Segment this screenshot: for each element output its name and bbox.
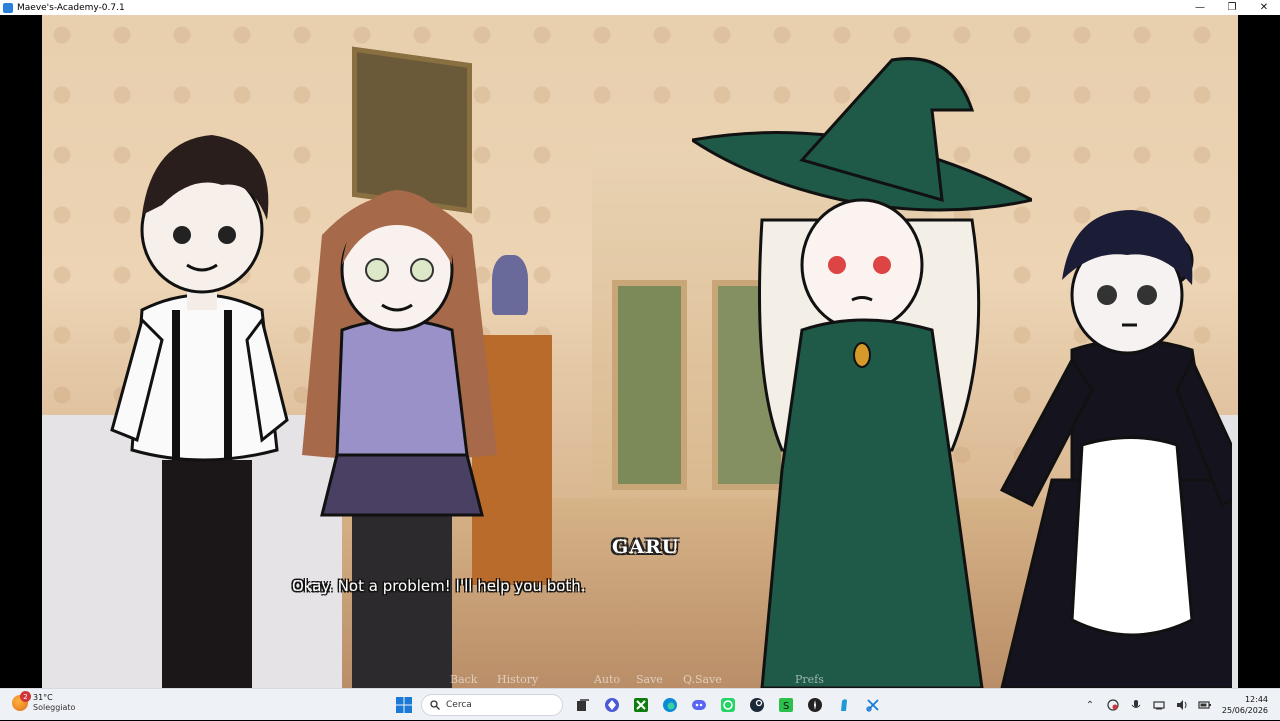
task-view-icon[interactable] (571, 693, 595, 717)
character-maid (999, 210, 1232, 688)
quick-menu: Back History Auto Save Q.Save Prefs (42, 672, 1238, 688)
game-viewport[interactable]: GARU Okay. Not a problem! I'll help you … (0, 15, 1280, 688)
game-app-icon[interactable] (803, 693, 827, 717)
taskbar: 2 31°C Soleggiato Cerca S ⌃ 12:44 25/06/… (0, 688, 1280, 720)
weather-temperature: 31°C (33, 693, 53, 702)
quick-menu-history[interactable]: History (497, 673, 538, 686)
character-boy (110, 135, 289, 688)
network-icon[interactable] (1149, 695, 1169, 715)
close-button[interactable]: ✕ (1248, 0, 1280, 15)
quick-menu-back[interactable]: Back (450, 673, 477, 686)
dialogue-text: Okay. Not a problem! I'll help you both. (292, 577, 586, 595)
taskbar-apps: Cerca S (392, 693, 890, 717)
clock-date: 25/06/2026 (1221, 706, 1268, 715)
search-placeholder: Cerca (446, 700, 472, 710)
system-tray: ⌃ 12:44 25/06/2026 (1080, 689, 1280, 721)
notification-badge: 2 (20, 691, 31, 702)
security-icon[interactable] (1103, 695, 1123, 715)
weather-condition: Soleggiato (33, 703, 76, 712)
minimize-button[interactable]: — (1184, 0, 1216, 15)
chevron-up-icon[interactable]: ⌃ (1080, 695, 1100, 715)
maximize-button[interactable]: ❐ (1216, 0, 1248, 15)
svg-text:S: S (783, 701, 789, 712)
volume-icon[interactable] (1172, 695, 1192, 715)
quick-menu-auto[interactable]: Auto (594, 673, 620, 686)
weather-widget[interactable]: 2 31°C Soleggiato (12, 691, 76, 713)
quick-menu-qsave[interactable]: Q.Save (683, 673, 722, 686)
renpy-game-icon[interactable] (832, 693, 856, 717)
windows-start-icon[interactable] (392, 693, 416, 717)
battery-icon[interactable] (1195, 695, 1215, 715)
hallway-door-left (612, 280, 687, 490)
window-title-bar: Maeve's-Academy-0.7.1 — ❐ ✕ (0, 0, 1280, 15)
sun-icon: 2 (12, 691, 31, 711)
speaker-name: GARU (612, 536, 680, 558)
character-girl (302, 190, 497, 688)
taskbar-clock[interactable]: 12:44 25/06/2026 (1222, 694, 1268, 716)
microphone-icon[interactable] (1126, 695, 1146, 715)
snipping-tool-icon[interactable] (861, 693, 885, 717)
quick-menu-prefs[interactable]: Prefs (795, 673, 824, 686)
discord-icon[interactable] (687, 693, 711, 717)
quick-menu-save[interactable]: Save (636, 673, 663, 686)
search-icon (430, 700, 440, 710)
whatsapp-icon[interactable] (716, 693, 740, 717)
game-scene[interactable]: GARU Okay. Not a problem! I'll help you … (42, 15, 1238, 688)
window-title: Maeve's-Academy-0.7.1 (17, 2, 125, 13)
spotify-like-icon[interactable]: S (774, 693, 798, 717)
clock-time: 12:44 (1244, 695, 1268, 704)
edge-browser-icon[interactable] (658, 693, 682, 717)
app-icon (3, 2, 13, 13)
app-launcher-icon[interactable] (600, 693, 624, 717)
taskbar-search[interactable]: Cerca (421, 694, 563, 716)
steam-icon[interactable] (745, 693, 769, 717)
xbox-icon[interactable] (629, 693, 653, 717)
